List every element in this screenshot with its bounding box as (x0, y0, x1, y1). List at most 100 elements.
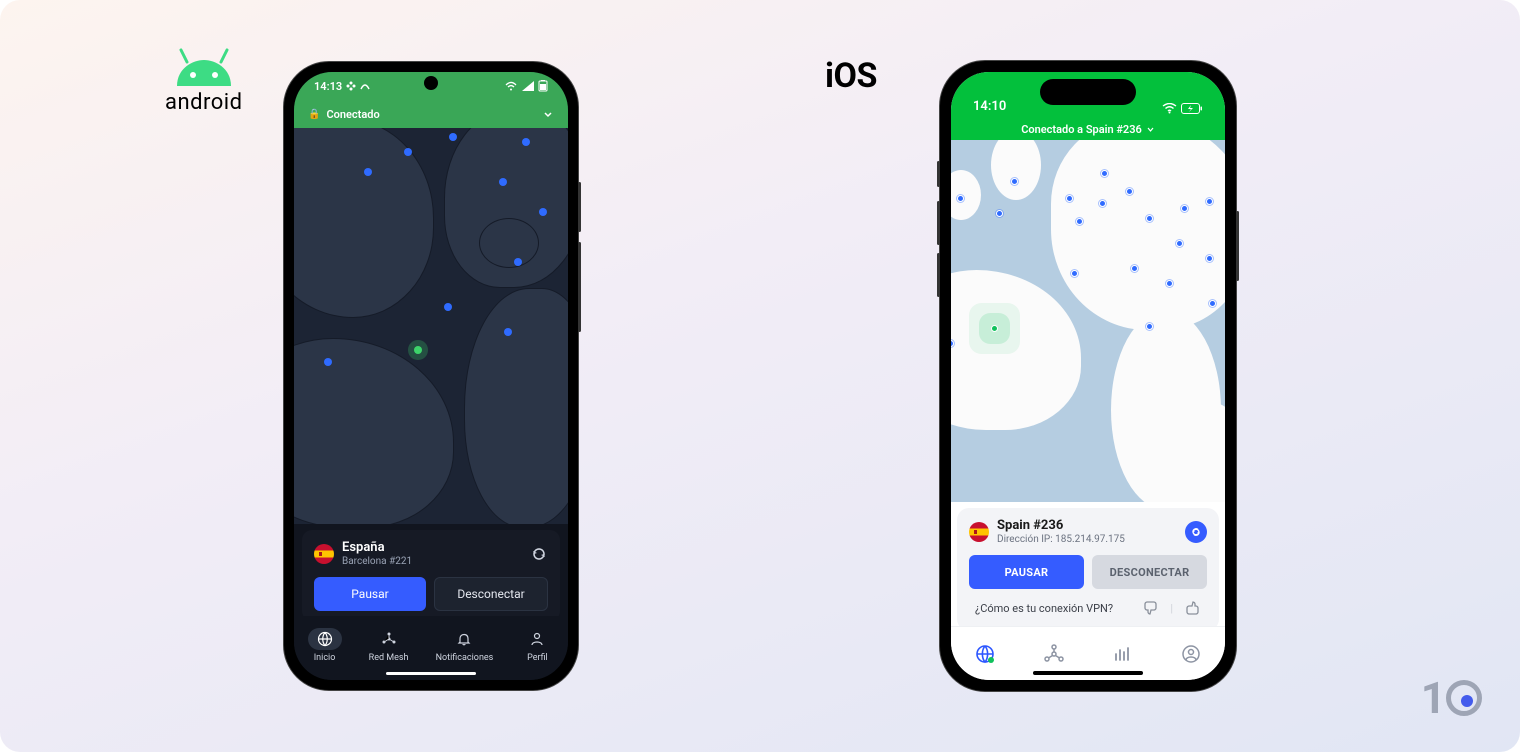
land-europe (1051, 140, 1225, 330)
battery-charging-icon (1181, 103, 1203, 114)
pause-button[interactable]: PAUSAR (969, 555, 1084, 589)
android-robot-icon (169, 46, 239, 86)
thumbs-down-icon[interactable] (1142, 599, 1160, 617)
connection-status: Conectado (326, 108, 379, 121)
map-dot[interactable] (364, 168, 372, 176)
wifi-icon (504, 81, 518, 91)
map-dot[interactable] (1206, 255, 1213, 262)
ios-volume-up (937, 201, 940, 245)
map-dot[interactable] (444, 303, 452, 311)
feedback-prompt: ¿Cómo es tu conexión VPN? (975, 602, 1113, 615)
connection-header[interactable]: 🔒 Conectado (294, 100, 568, 128)
map-dot[interactable] (1131, 265, 1138, 272)
nav-stats[interactable] (1102, 634, 1142, 674)
mesh-icon (381, 631, 397, 647)
map-dot[interactable] (1066, 195, 1073, 202)
android-side-button (578, 182, 581, 232)
map-dot[interactable] (522, 138, 530, 146)
map-dot[interactable] (449, 133, 457, 141)
vpn-status-icon (346, 81, 356, 91)
connection-header[interactable]: Conectado a Spain #236 (951, 118, 1225, 140)
server-name: Barcelona #221 (342, 556, 412, 567)
nav-home[interactable]: Inicio (308, 628, 342, 663)
refresh-icon (1190, 526, 1202, 538)
land-swiss (479, 218, 539, 268)
map-dot[interactable] (1076, 218, 1083, 225)
nav-home[interactable] (965, 634, 1005, 674)
land-ireland (951, 170, 981, 220)
nav-label: Red Mesh (369, 653, 409, 663)
dynamic-island (1040, 79, 1136, 105)
refresh-button[interactable] (1185, 521, 1207, 543)
android-camera-punch (424, 76, 438, 90)
map-dot[interactable] (996, 210, 1003, 217)
battery-icon (538, 80, 548, 92)
map-dot-connected[interactable] (414, 346, 422, 354)
logo-eye-icon (1446, 680, 1482, 716)
map-dot[interactable] (1011, 178, 1018, 185)
map-dot[interactable] (1209, 300, 1216, 307)
map-dot-connected[interactable] (991, 325, 998, 332)
map-dot[interactable] (499, 178, 507, 186)
map-dot[interactable] (1071, 270, 1078, 277)
nav-mesh[interactable] (1034, 634, 1074, 674)
chevron-down-icon (1146, 125, 1155, 134)
map-dot[interactable] (504, 328, 512, 336)
ip-address: Dirección IP: 185.214.97.175 (997, 534, 1125, 545)
nav-notifications[interactable]: Notificaciones (436, 628, 494, 663)
map-dot[interactable] (1101, 170, 1108, 177)
profile-icon (1180, 643, 1202, 665)
map-dot[interactable] (1166, 280, 1173, 287)
map-dot[interactable] (404, 148, 412, 156)
android-label: android (165, 46, 243, 115)
connection-status: Conectado a Spain #236 (1021, 123, 1142, 136)
land-uk (991, 140, 1041, 200)
nav-profile[interactable]: Perfil (520, 628, 554, 663)
server-name: Spain #236 (997, 518, 1125, 533)
nav-label: Notificaciones (436, 653, 494, 663)
feedback-row: ¿Cómo es tu conexión VPN? | (969, 589, 1207, 621)
map-dot[interactable] (324, 358, 332, 366)
spain-flag-icon (314, 544, 334, 564)
globe-icon (317, 631, 333, 647)
server-map[interactable] (294, 128, 568, 524)
pause-button[interactable]: Pausar (314, 577, 426, 611)
connection-card: España Barcelona #221 Pausar Desconectar (302, 530, 560, 621)
server-map[interactable] (951, 140, 1225, 502)
home-indicator[interactable] (1033, 671, 1143, 675)
country-name: España (342, 540, 412, 555)
android-text: android (165, 90, 243, 115)
chevron-down-icon[interactable] (542, 108, 554, 120)
status-time: 14:13 (314, 80, 342, 93)
map-dot[interactable] (1181, 205, 1188, 212)
connection-card: Spain #236 Dirección IP: 185.214.97.175 … (957, 508, 1219, 631)
map-dot[interactable] (957, 195, 964, 202)
nav-profile[interactable] (1171, 634, 1211, 674)
map-dot[interactable] (1176, 240, 1183, 247)
ios-screen: 14:10 Conectado a Spain #236 (951, 72, 1225, 680)
map-dot[interactable] (514, 258, 522, 266)
map-dot[interactable] (539, 208, 547, 216)
map-dot[interactable] (1206, 198, 1213, 205)
spain-flag-icon (969, 522, 989, 542)
ios-volume-down (937, 253, 940, 297)
nav-label: Inicio (314, 653, 336, 663)
refresh-icon[interactable] (530, 545, 548, 563)
ios-power-button (1236, 211, 1239, 281)
profile-icon (529, 631, 545, 647)
android-volume-button (578, 242, 581, 332)
map-dot[interactable] (1146, 323, 1153, 330)
disconnect-button[interactable]: DESCONECTAR (1092, 555, 1207, 589)
home-indicator[interactable] (386, 672, 476, 675)
map-dot[interactable] (1099, 200, 1106, 207)
ios-silence-switch (937, 161, 940, 187)
map-dot[interactable] (1146, 215, 1153, 222)
lock-icon: 🔒 (308, 109, 320, 120)
nord-status-icon (360, 81, 370, 91)
thumbs-up-icon[interactable] (1183, 599, 1201, 617)
land-iberia (951, 270, 1081, 430)
land-spain (294, 338, 454, 524)
nav-mesh[interactable]: Red Mesh (369, 628, 409, 663)
map-dot[interactable] (1126, 188, 1133, 195)
disconnect-button[interactable]: Desconectar (434, 577, 548, 611)
